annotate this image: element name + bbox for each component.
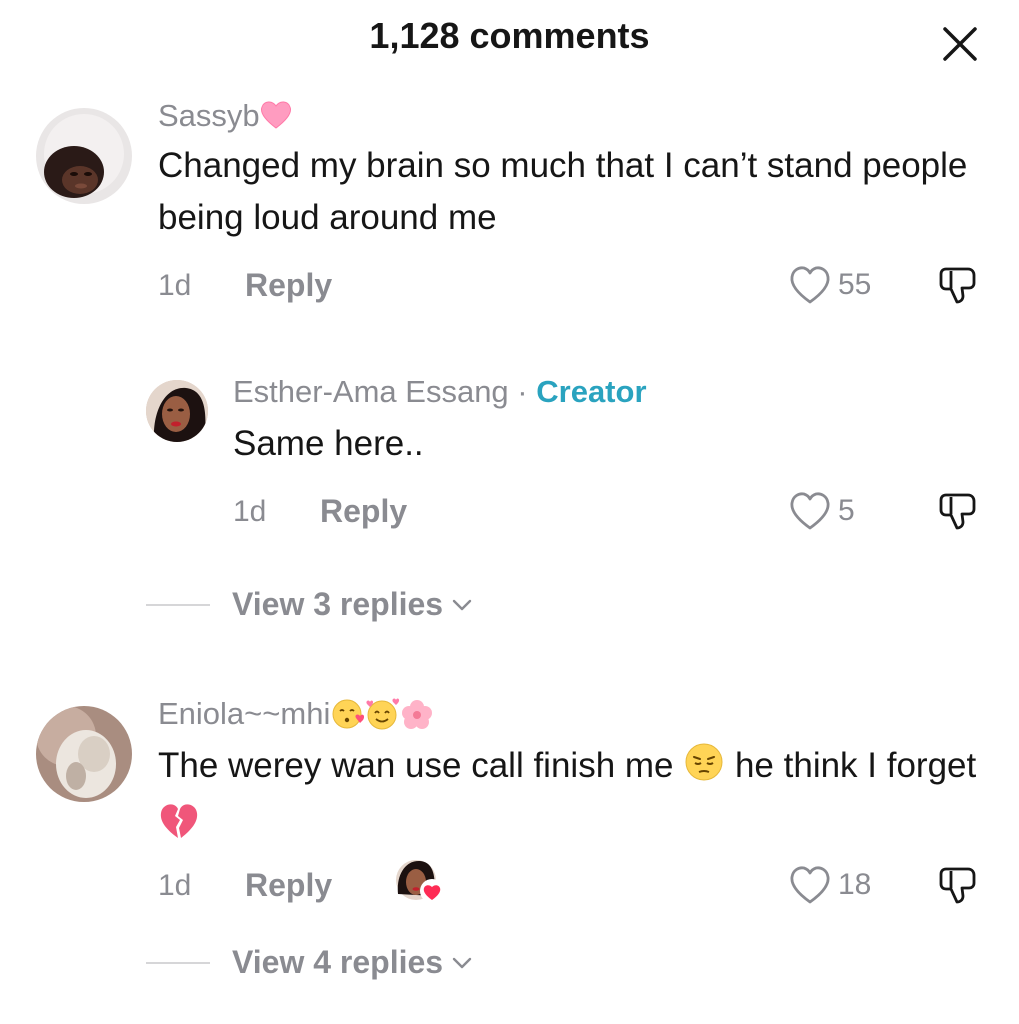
dislike-button[interactable] — [936, 863, 980, 907]
dislike-icon — [939, 267, 976, 304]
divider-line — [146, 603, 210, 606]
heart-outline-icon — [790, 492, 830, 530]
kissing-face-emoji — [330, 698, 365, 739]
smiling-face-with-hearts-emoji — [364, 698, 400, 739]
reply-button[interactable]: Reply — [245, 266, 332, 304]
creator-badge: Creator — [536, 374, 647, 409]
broken-heart-emoji — [158, 801, 200, 856]
like-count: 18 — [838, 868, 872, 901]
reply-button[interactable]: Reply — [320, 492, 407, 530]
reply-username[interactable]: Esther-Ama Essang · Creator — [233, 373, 647, 411]
comment-text: Changed my brain so much that I can’t st… — [158, 146, 968, 237]
comment-time: 1d — [158, 869, 192, 902]
dislike-button[interactable] — [936, 263, 980, 307]
comment-time: 1d — [158, 269, 192, 302]
view-replies-label: View 4 replies — [232, 944, 444, 980]
close-button[interactable] — [938, 22, 982, 66]
pink-heart-emoji — [260, 100, 292, 139]
close-icon — [943, 27, 977, 61]
heart-outline-icon — [790, 866, 830, 904]
dislike-button[interactable] — [936, 489, 980, 533]
chevron-down-icon — [452, 957, 472, 968]
comment-text-part: The werey wan use call finish me — [158, 746, 674, 785]
comment-username[interactable]: Eniola~~mhi — [158, 695, 434, 739]
view-replies-button[interactable]: View 3 replies — [146, 586, 473, 623]
comment-username[interactable]: Sassyb — [158, 97, 292, 139]
dislike-icon — [939, 867, 976, 904]
like-button[interactable]: 5 — [788, 489, 855, 533]
username-text: Eniola~~mhi — [158, 696, 331, 731]
username-text: Esther-Ama Essang — [233, 374, 509, 409]
reply-time: 1d — [233, 495, 267, 528]
like-button[interactable]: 18 — [788, 863, 871, 907]
like-button[interactable]: 55 — [788, 263, 871, 307]
pensive-face-emoji — [683, 741, 725, 798]
avatar[interactable] — [146, 380, 208, 442]
reply-button[interactable]: Reply — [245, 866, 332, 904]
view-replies-label: View 3 replies — [232, 586, 444, 622]
hibiscus-emoji — [400, 698, 434, 739]
red-heart-icon — [420, 879, 444, 903]
chevron-down-icon — [452, 599, 472, 610]
reply-text: Same here.. — [233, 424, 424, 463]
heart-outline-icon — [790, 266, 830, 304]
like-count: 55 — [838, 268, 872, 301]
comments-panel: 1,128 comments Sassyb Changed my brain s… — [0, 0, 1019, 1024]
separator-dot: · — [517, 374, 528, 409]
avatar[interactable] — [36, 108, 132, 204]
like-count: 5 — [838, 494, 855, 527]
dislike-icon — [939, 493, 976, 530]
view-replies-button[interactable]: View 4 replies — [146, 944, 473, 981]
comment-text: The werey wan use call finish me he thin… — [158, 740, 998, 856]
avatar[interactable] — [36, 706, 132, 802]
divider-line — [146, 961, 210, 964]
comment-text-part: he think I forget — [734, 746, 977, 785]
username-text: Sassyb — [158, 98, 260, 133]
comments-count-title: 1,128 comments — [369, 15, 650, 56]
liked-by-creator-badge — [394, 858, 450, 906]
